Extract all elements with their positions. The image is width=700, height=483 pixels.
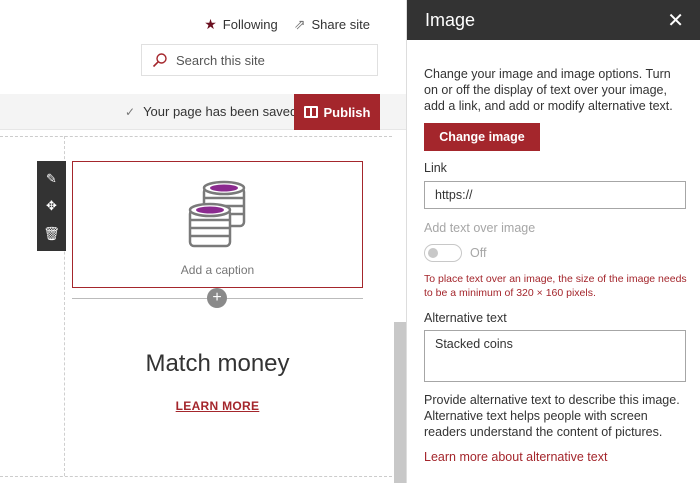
- save-status: ✓ Your page has been saved: [125, 104, 297, 119]
- property-pane: Image ✕ Change your image and image opti…: [406, 0, 700, 483]
- pane-title: Image: [425, 9, 476, 30]
- edit-icon[interactable]: ✎: [46, 172, 57, 185]
- share-icon: ⇗: [293, 16, 306, 32]
- alt-text-learn-link[interactable]: Learn more about alternative text: [424, 450, 688, 464]
- publish-button[interactable]: Publish: [294, 94, 380, 130]
- link-field[interactable]: https://: [424, 181, 686, 209]
- command-bar: ✓ Your page has been saved Publish: [0, 94, 406, 130]
- search-placeholder: Search this site: [176, 52, 265, 68]
- pane-description: Change your image and image options. Tur…: [424, 67, 673, 113]
- scrollbar[interactable]: [394, 322, 406, 483]
- pane-header: Image ✕: [407, 0, 700, 40]
- content-heading: Match money: [145, 350, 290, 377]
- text-over-image-toggle-row: Off: [424, 244, 688, 262]
- following-button[interactable]: ★ Following: [204, 16, 277, 33]
- change-image-button[interactable]: Change image: [424, 123, 540, 151]
- alt-text-field[interactable]: Stacked coins: [424, 330, 686, 382]
- alt-text-label: Alternative text: [424, 311, 507, 325]
- image-webpart[interactable]: Add a caption: [72, 161, 363, 288]
- section-border-bottom: [0, 476, 392, 477]
- share-site-button[interactable]: ⇗ Share site: [294, 16, 370, 33]
- size-warning: To place text over an image, the size of…: [424, 273, 687, 299]
- following-label: Following: [222, 17, 278, 32]
- toggle-state-text: Off: [470, 246, 487, 260]
- close-icon[interactable]: ✕: [667, 8, 684, 33]
- checkmark-icon: ✓: [125, 104, 136, 119]
- book-icon: [303, 106, 318, 118]
- save-status-text: Your page has been saved: [143, 104, 298, 119]
- delete-icon[interactable]: 🗑: [43, 227, 60, 240]
- pane-body: Change your image and image options. Tur…: [424, 66, 688, 464]
- move-icon[interactable]: ✥: [46, 199, 57, 212]
- stacked-coins-image: [188, 180, 246, 248]
- webpart-toolbar: ✎ ✥ 🗑: [37, 161, 66, 251]
- text-over-image-label: Add text over image: [424, 221, 536, 235]
- text-over-image-toggle[interactable]: [424, 244, 462, 262]
- site-actions: ★ Following ⇗ Share site: [204, 16, 370, 33]
- star-icon: ★: [204, 16, 217, 32]
- learn-more-link[interactable]: LEARN MORE: [72, 399, 363, 413]
- link-label: Link: [424, 161, 447, 175]
- alt-text-help: Provide alternative text to describe thi…: [424, 393, 680, 439]
- section-border-top: [0, 136, 392, 137]
- search-icon: [152, 53, 167, 68]
- publish-label: Publish: [323, 104, 371, 120]
- share-label: Share site: [311, 17, 370, 32]
- page-canvas-area: ★ Following ⇗ Share site Search this sit…: [0, 0, 406, 483]
- image-caption[interactable]: Add a caption: [73, 263, 362, 277]
- search-input[interactable]: Search this site: [141, 44, 378, 76]
- add-webpart-button[interactable]: +: [207, 288, 227, 308]
